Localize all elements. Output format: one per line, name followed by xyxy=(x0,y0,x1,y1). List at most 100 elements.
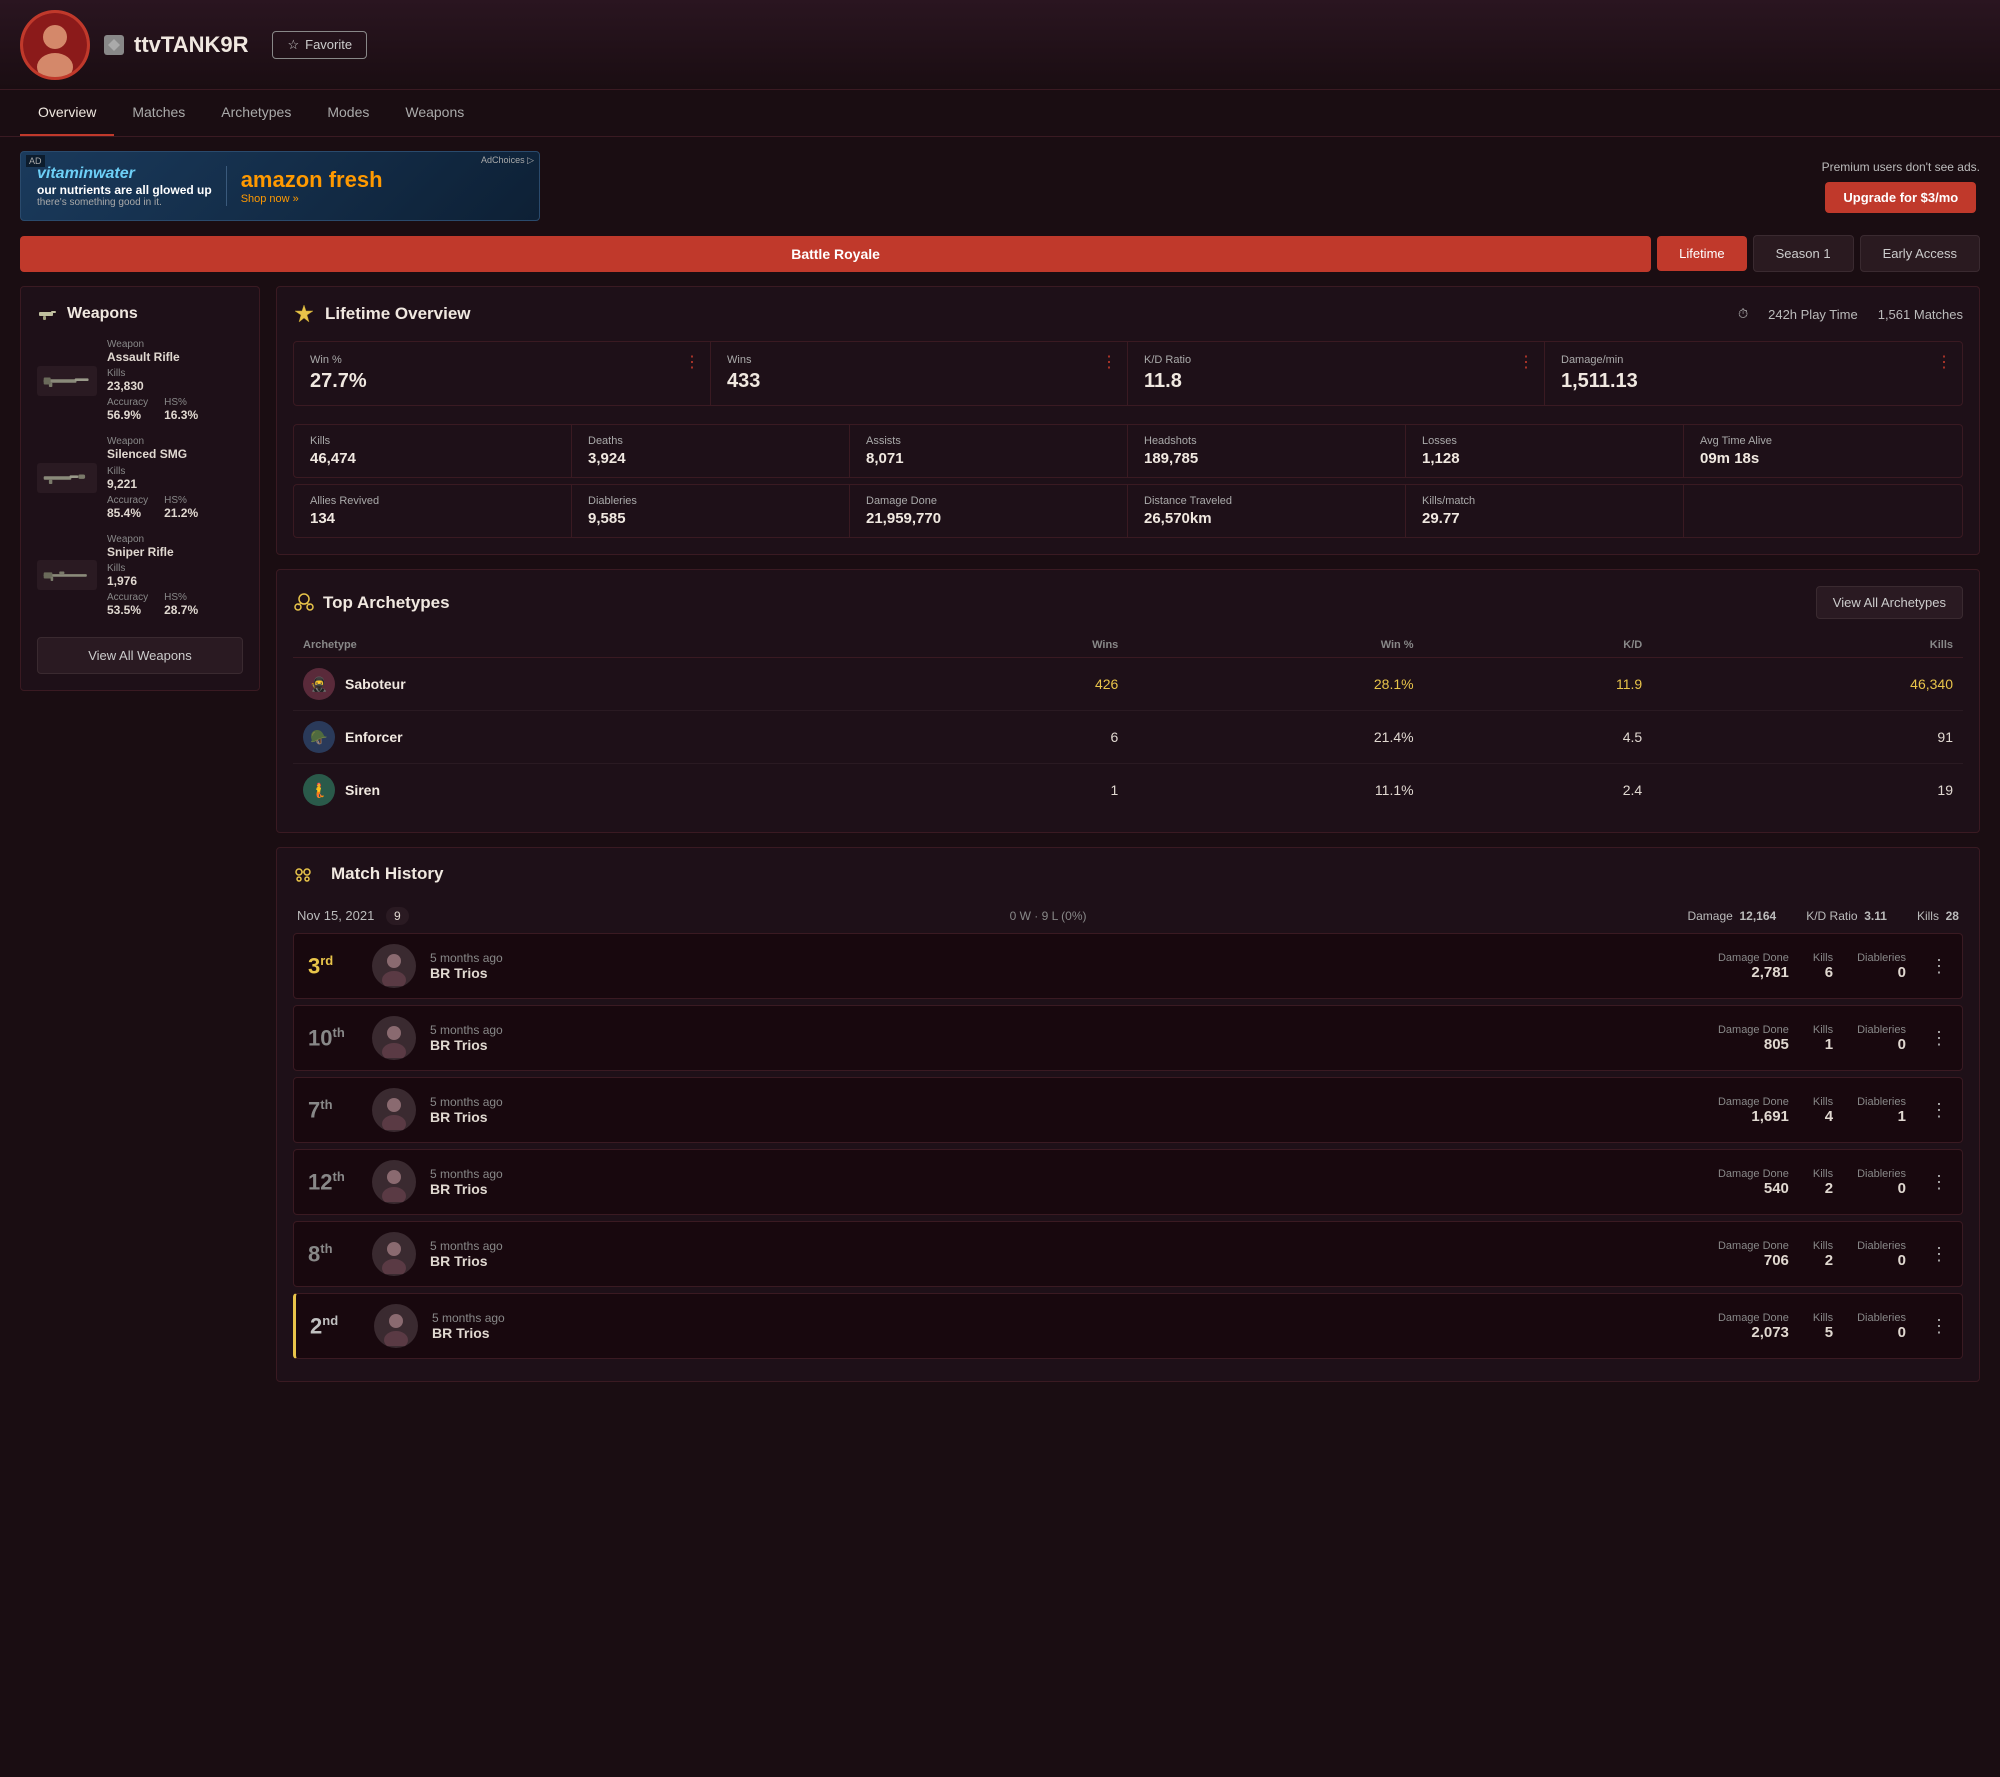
nav-item-weapons[interactable]: Weapons xyxy=(387,90,482,136)
archetypes-header: Top Archetypes View All Archetypes xyxy=(293,586,1963,619)
archetypes-icon xyxy=(293,592,315,614)
archetype-row[interactable]: 🧜 Siren 1 11.1% 2.4 19 xyxy=(293,764,1963,817)
match-record: 0 W · 9 L (0%) xyxy=(1010,909,1087,923)
match-menu-button[interactable]: ⋮ xyxy=(1930,1028,1948,1049)
match-stat-damage: Damage Done 2,781 xyxy=(1718,952,1789,981)
stat-losses-val: 1,128 xyxy=(1422,450,1667,467)
match-row[interactable]: 12th 5 months ago BR Trios Damage Done 5… xyxy=(293,1149,1963,1215)
weapon-row-assault-rifle: Weapon Assault Rifle Kills 23,830 Accura… xyxy=(37,339,243,422)
match-kills-label: Kills xyxy=(1813,1240,1833,1252)
match-kills-label: Kills xyxy=(1813,1312,1833,1324)
ad-label: AD xyxy=(26,155,45,167)
stat-dmgmin-label: Damage/min xyxy=(1561,354,1946,366)
match-day-stats: Damage 12,164 K/D Ratio 3.11 Kills 28 xyxy=(1687,909,1959,923)
early-access-button[interactable]: Early Access xyxy=(1860,235,1980,272)
ad-tagline: our nutrients are all glowed up xyxy=(37,183,212,197)
stat-damage-done-label: Damage Done xyxy=(866,495,1111,507)
overview-icon xyxy=(293,303,315,325)
match-menu-button[interactable]: ⋮ xyxy=(1930,1172,1948,1193)
stat-headshots: Headshots 189,785 xyxy=(1128,425,1406,477)
match-damage-label: Damage Done xyxy=(1718,952,1789,964)
premium-message: Premium users don't see ads. xyxy=(1822,160,1980,174)
match-menu-button[interactable]: ⋮ xyxy=(1930,1100,1948,1121)
arch-kills: 91 xyxy=(1652,711,1963,764)
weapon1-acc-label: Accuracy xyxy=(107,397,148,408)
clock-icon: ⏱ xyxy=(1738,306,1748,322)
lifetime-button[interactable]: Lifetime xyxy=(1657,236,1747,271)
upgrade-button[interactable]: Upgrade for $3/mo xyxy=(1825,182,1976,213)
match-menu-button[interactable]: ⋮ xyxy=(1930,1244,1948,1265)
sniper-rifle-info: Weapon Sniper Rifle Kills 1,976 Accuracy… xyxy=(107,534,243,617)
match-time: 5 months ago xyxy=(430,1167,1704,1181)
match-damage-val: 805 xyxy=(1718,1036,1789,1053)
arch-wins: 1 xyxy=(900,764,1128,817)
archetype-row[interactable]: 🥷 Saboteur 426 28.1% 11.9 46,340 xyxy=(293,658,1963,711)
stat-winpct-menu[interactable]: ⋮ xyxy=(684,352,700,372)
match-suffix: th xyxy=(332,1025,344,1040)
match-row[interactable]: 2nd 5 months ago BR Trios Damage Done 2,… xyxy=(293,1293,1963,1359)
match-diab-label: Diableries xyxy=(1857,1168,1906,1180)
match-row[interactable]: 3rd 5 months ago BR Trios Damage Done 2,… xyxy=(293,933,1963,999)
stat-wins-menu[interactable]: ⋮ xyxy=(1101,352,1117,372)
match-menu-button[interactable]: ⋮ xyxy=(1930,956,1948,977)
match-stat-kills: Kills 5 xyxy=(1813,1312,1833,1341)
stat-kills-match-label: Kills/match xyxy=(1422,495,1667,507)
match-mode: BR Trios xyxy=(430,1253,1704,1269)
match-info: 5 months ago BR Trios xyxy=(430,1167,1704,1197)
match-stat-damage: Damage Done 540 xyxy=(1718,1168,1789,1197)
stat-kd-menu[interactable]: ⋮ xyxy=(1518,352,1534,372)
stat-kills-match-val: 29.77 xyxy=(1422,510,1667,527)
match-menu-button[interactable]: ⋮ xyxy=(1930,1316,1948,1337)
stat-avg-time-label: Avg Time Alive xyxy=(1700,435,1946,447)
nav-item-overview[interactable]: Overview xyxy=(20,90,114,136)
favorite-button[interactable]: ☆ Favorite xyxy=(272,31,367,59)
stats-top-grid: Win % 27.7% ⋮ Wins 433 ⋮ K/D Ratio 11.8 … xyxy=(293,341,1963,406)
archetype-row[interactable]: 🪖 Enforcer 6 21.4% 4.5 91 xyxy=(293,711,1963,764)
weapon2-acc-label: Accuracy xyxy=(107,495,148,506)
col-wins: Wins xyxy=(900,633,1128,658)
nav-item-matches[interactable]: Matches xyxy=(114,90,203,136)
season1-button[interactable]: Season 1 xyxy=(1753,235,1854,272)
match-diab-val: 0 xyxy=(1857,1324,1906,1341)
match-stat-kills: Kills 4 xyxy=(1813,1096,1833,1125)
main-content: Weapons Weapon Assault Rifle Kills 23,83… xyxy=(0,286,2000,1382)
match-damage-val: 540 xyxy=(1718,1180,1789,1197)
match-stats: Damage Done 805 Kills 1 Diableries 0 xyxy=(1718,1024,1906,1053)
arch-winpct: 11.1% xyxy=(1128,764,1423,817)
match-stat-damage: Damage Done 805 xyxy=(1718,1024,1789,1053)
match-suffix: th xyxy=(320,1241,332,1256)
match-time: 5 months ago xyxy=(430,951,1704,965)
username-area: ttvTANK9R ☆ Favorite xyxy=(104,31,367,59)
match-row[interactable]: 8th 5 months ago BR Trios Damage Done 70… xyxy=(293,1221,1963,1287)
match-character-avatar xyxy=(372,1160,416,1204)
match-damage-label: Damage Done xyxy=(1718,1024,1789,1036)
match-history-card: Match History Nov 15, 2021 9 0 W · 9 L (… xyxy=(276,847,1980,1382)
match-character-avatar xyxy=(372,1088,416,1132)
weapon2-name: Silenced SMG xyxy=(107,447,243,461)
arch-kills: 46,340 xyxy=(1652,658,1963,711)
match-row[interactable]: 7th 5 months ago BR Trios Damage Done 1,… xyxy=(293,1077,1963,1143)
stat-dmgmin-menu[interactable]: ⋮ xyxy=(1936,352,1952,372)
ad-shop-now[interactable]: Shop now » xyxy=(241,193,383,205)
match-diab-label: Diableries xyxy=(1857,952,1906,964)
weapon3-acc-label: Accuracy xyxy=(107,592,148,603)
stat-kills-label: Kills xyxy=(310,435,555,447)
stats-mid-grid: Kills 46,474 Deaths 3,924 Assists 8,071 … xyxy=(293,424,1963,478)
stat-winpct: Win % 27.7% ⋮ xyxy=(294,342,711,405)
view-all-archetypes-button[interactable]: View All Archetypes xyxy=(1816,586,1963,619)
nav-bar: Overview Matches Archetypes Modes Weapon… xyxy=(0,90,2000,137)
battle-royale-button[interactable]: Battle Royale xyxy=(20,236,1651,272)
stat-kills: Kills 46,474 xyxy=(294,425,572,477)
nav-item-modes[interactable]: Modes xyxy=(309,90,387,136)
match-place: 3rd xyxy=(308,953,358,979)
weapon3-type: Weapon xyxy=(107,534,243,545)
nav-item-archetypes[interactable]: Archetypes xyxy=(203,90,309,136)
match-character-avatar xyxy=(372,1016,416,1060)
match-row[interactable]: 10th 5 months ago BR Trios Damage Done 8… xyxy=(293,1005,1963,1071)
stat-distance: Distance Traveled 26,570km xyxy=(1128,485,1406,537)
stat-headshots-label: Headshots xyxy=(1144,435,1389,447)
view-all-weapons-button[interactable]: View All Weapons xyxy=(37,637,243,674)
match-stat-kills: Kills 6 xyxy=(1813,952,1833,981)
match-stats: Damage Done 706 Kills 2 Diableries 0 xyxy=(1718,1240,1906,1269)
match-mode: BR Trios xyxy=(430,1181,1704,1197)
